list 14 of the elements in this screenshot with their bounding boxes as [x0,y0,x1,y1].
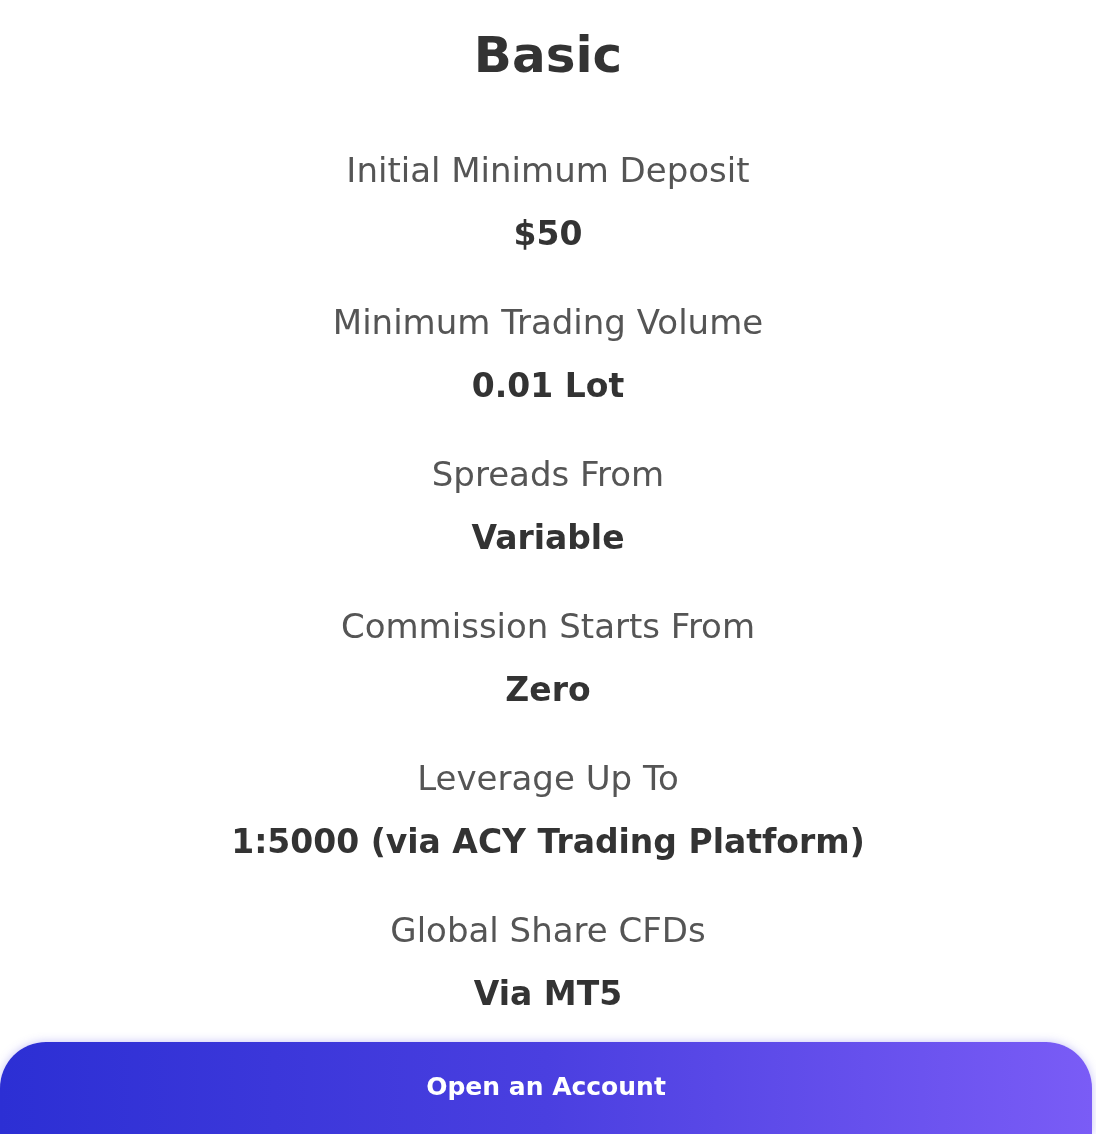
feature-label: Initial Minimum Deposit [346,149,750,192]
feature-value: Via MT5 [473,973,623,1015]
feature-label: Spreads From [431,453,665,496]
feature-label: Commission Starts From [340,605,756,648]
feature-value: 0.01 Lot [471,365,625,407]
feature-value: Variable [471,517,625,559]
plan-title: Basic [473,25,623,86]
feature-value: 1:5000 (via ACY Trading Platform) [231,821,865,863]
open-account-button[interactable]: Open an Account [0,1042,1092,1134]
feature-label: Global Share CFDs [390,909,706,952]
feature-label: Minimum Trading Volume [332,301,764,344]
feature-label: Leverage Up To [417,757,679,800]
feature-value: $50 [513,213,583,255]
feature-value: Zero [505,669,591,711]
